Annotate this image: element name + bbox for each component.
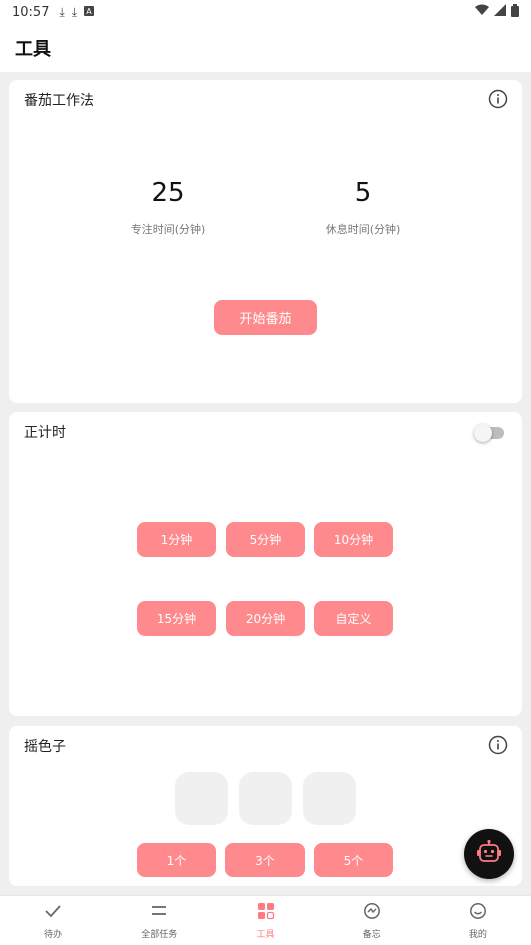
nav-item-profile[interactable]: 我的 <box>425 896 531 945</box>
pomodoro-title: 番茄工作法 <box>24 93 94 109</box>
start-pomodoro-button[interactable]: 开始番茄 <box>214 300 317 335</box>
dice-count-5-button[interactable]: 5个 <box>314 843 393 877</box>
robot-assistant-button[interactable] <box>464 829 514 879</box>
page-title: 工具 <box>15 39 51 60</box>
status-bar: 10:57 ⤓ ⤓ A <box>0 0 531 24</box>
duration-button-5[interactable]: 5分钟 <box>226 522 305 557</box>
grid-icon <box>257 902 275 923</box>
app-header: 工具 <box>0 24 531 72</box>
bottom-nav: 待办 全部任务 工具 备忘 我的 <box>0 895 531 945</box>
focus-time-value[interactable]: 25 <box>108 178 228 208</box>
stopwatch-card: 正计时 1分钟 5分钟 10分钟 15分钟 20分钟 自定义 <box>9 412 522 716</box>
robot-icon <box>476 839 502 869</box>
nav-label: 工具 <box>256 929 275 940</box>
download-icon: ⤓ <box>59 4 65 19</box>
dice-face <box>239 772 292 825</box>
pomodoro-card: 番茄工作法 25 专注时间(分钟) 5 休息时间(分钟) 开始番茄 <box>9 80 522 403</box>
stopwatch-toggle[interactable] <box>474 424 504 442</box>
duration-button-1[interactable]: 1分钟 <box>137 522 216 557</box>
nav-item-memo[interactable]: 备忘 <box>319 896 425 945</box>
status-time: 10:57 <box>12 4 50 20</box>
nav-item-todo[interactable]: 待办 <box>0 896 106 945</box>
dice-count-1-button[interactable]: 1个 <box>137 843 216 877</box>
duration-button-15[interactable]: 15分钟 <box>137 601 216 636</box>
nav-item-all-tasks[interactable]: 全部任务 <box>106 896 212 945</box>
duration-button-10[interactable]: 10分钟 <box>314 522 393 557</box>
focus-time-label: 专注时间(分钟) <box>130 223 206 236</box>
rest-time-label: 休息时间(分钟) <box>325 223 401 236</box>
list-icon <box>150 902 168 923</box>
a-icon: A <box>84 5 95 19</box>
nav-label: 我的 <box>468 929 487 940</box>
wifi-icon <box>475 4 489 20</box>
nav-label: 待办 <box>44 929 63 940</box>
toggle-knob <box>474 424 492 442</box>
signal-icon <box>494 4 506 20</box>
battery-icon <box>511 3 519 21</box>
nav-label: 备忘 <box>362 929 381 940</box>
dice-title: 摇色子 <box>24 739 66 755</box>
dice-card: 摇色子 1个 3个 5个 <box>9 726 522 886</box>
chat-icon <box>363 902 381 923</box>
stopwatch-title: 正计时 <box>24 425 66 441</box>
nav-item-tools[interactable]: 工具 <box>212 896 318 945</box>
custom-duration-button[interactable]: 自定义 <box>314 601 393 636</box>
info-icon[interactable] <box>488 735 508 755</box>
svg-text:A: A <box>86 7 92 16</box>
rest-time-value[interactable]: 5 <box>303 178 423 208</box>
nav-label: 全部任务 <box>141 929 178 940</box>
check-icon <box>44 902 62 923</box>
dice-face <box>175 772 228 825</box>
smile-icon <box>469 902 487 923</box>
info-icon[interactable] <box>488 89 508 109</box>
dice-face <box>303 772 356 825</box>
download-icon: ⤓ <box>71 4 78 19</box>
dice-count-3-button[interactable]: 3个 <box>225 843 305 877</box>
duration-button-20[interactable]: 20分钟 <box>226 601 305 636</box>
